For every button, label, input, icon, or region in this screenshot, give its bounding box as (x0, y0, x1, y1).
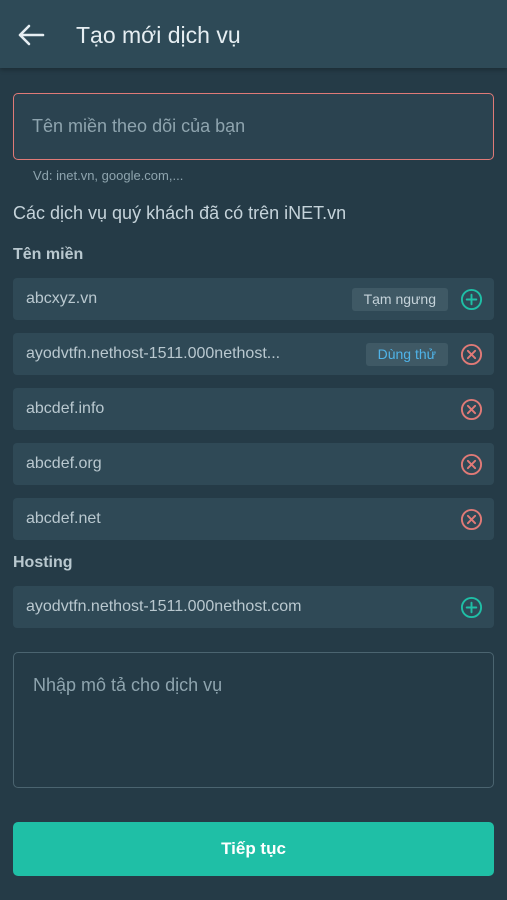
add-circle-icon[interactable] (460, 288, 483, 311)
domain-row: abcxyz.vn Tạm ngưng (13, 278, 494, 320)
service-description-field[interactable] (13, 652, 494, 788)
remove-circle-icon[interactable] (460, 398, 483, 421)
domain-name: abcdef.info (26, 400, 105, 417)
hosting-label: Hosting (13, 554, 73, 571)
domain-input[interactable] (13, 93, 494, 160)
app-bar: Tạo mới dịch vụ (0, 0, 507, 68)
page-title: Tạo mới dịch vụ (76, 22, 241, 48)
domain-name: ayodvtfn.nethost-1511.000nethost... (26, 345, 281, 362)
domain-row: ayodvtfn.nethost-1511.000nethost... Dùng… (13, 333, 494, 375)
remove-circle-icon[interactable] (460, 453, 483, 476)
arrow-left-icon (18, 24, 45, 46)
domain-hint: Vd: inet.vn, google.com,... (33, 168, 184, 183)
domain-row: abcdef.net (13, 498, 494, 540)
status-badge-paused: Tạm ngưng (351, 288, 448, 311)
hosting-row: ayodvtfn.nethost-1511.000nethost.com (13, 586, 494, 628)
domain-name: abcdef.net (26, 510, 101, 527)
domains-label: Tên miền (13, 246, 84, 263)
remove-circle-icon[interactable] (460, 508, 483, 531)
hosting-name: ayodvtfn.nethost-1511.000nethost.com (26, 598, 302, 615)
add-circle-icon[interactable] (460, 596, 483, 619)
continue-button[interactable]: Tiếp tục (13, 822, 494, 876)
existing-services-heading: Các dịch vụ quý khách đã có trên iNET.vn (13, 203, 347, 223)
domain-name: abcdef.org (26, 455, 102, 472)
back-button[interactable] (14, 20, 48, 50)
domain-row: abcdef.org (13, 443, 494, 485)
domain-name: abcxyz.vn (26, 290, 98, 307)
status-badge-trial: Dùng thử (365, 343, 448, 366)
remove-circle-icon[interactable] (460, 343, 483, 366)
domain-row: abcdef.info (13, 388, 494, 430)
